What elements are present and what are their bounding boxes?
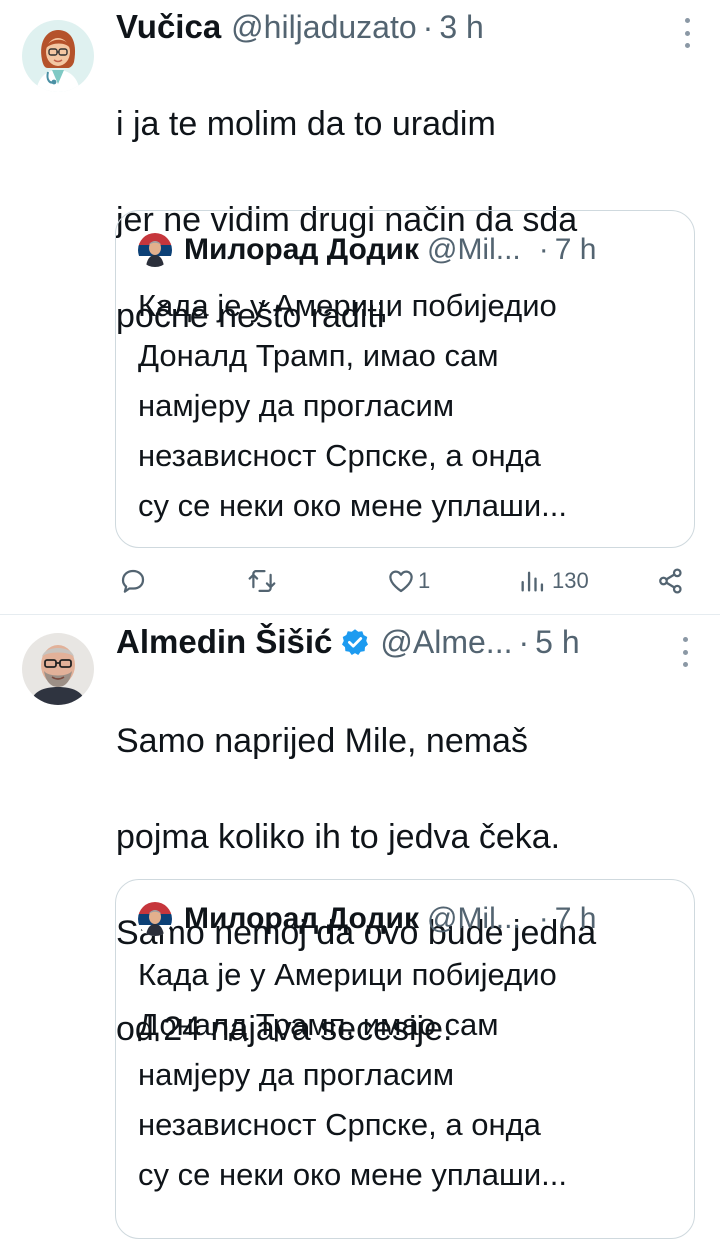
quoted-text-line: независност Српске, а онда xyxy=(138,438,541,473)
tweet-text-line: pojma koliko ih to jedva čeka. xyxy=(116,818,561,856)
tweet-text-line: i ja te molim da to uradim xyxy=(116,105,496,143)
man-with-glasses-avatar-image xyxy=(22,633,94,705)
separator-dot: · xyxy=(538,902,549,935)
views-button[interactable]: 130 xyxy=(518,566,589,596)
tweet-text-line: Samo naprijed Mile, nemaš xyxy=(116,722,528,760)
share-button[interactable] xyxy=(656,566,686,596)
more-icon[interactable] xyxy=(680,18,694,48)
doctor-avatar-image xyxy=(22,20,94,92)
retweet-icon xyxy=(248,570,276,592)
quoted-text-line: намјеру да прогласим xyxy=(138,388,455,423)
quoted-timestamp[interactable]: 7 h xyxy=(555,902,597,936)
quoted-avatar xyxy=(138,902,172,936)
avatar[interactable] xyxy=(22,633,94,705)
quoted-display-name[interactable]: Милорад Додик xyxy=(184,902,419,936)
verified-badge-icon xyxy=(340,627,370,662)
more-icon[interactable] xyxy=(678,637,692,667)
flag-portrait-avatar-image xyxy=(138,233,172,267)
tweet[interactable]: Almedin Šišić @Alme... · 5 h Samo naprij… xyxy=(0,615,720,1239)
separator-dot: · xyxy=(538,233,549,266)
like-count: 1 xyxy=(418,568,431,593)
quoted-text-line: су се неки око мене уплаши... xyxy=(138,488,567,523)
display-name[interactable]: Almedin Šišić xyxy=(116,623,332,661)
avatar[interactable] xyxy=(22,20,94,92)
views-count: 130 xyxy=(552,568,589,593)
quoted-tweet-text: Када је у Америци побиједио Доналд Трамп… xyxy=(138,950,678,1200)
user-handle[interactable]: @Alme... xyxy=(380,624,512,661)
quoted-text-line: Доналд Трамп, имао сам xyxy=(138,338,499,373)
timestamp[interactable]: 3 h xyxy=(439,9,483,46)
heart-icon xyxy=(389,570,413,593)
quoted-user-handle[interactable]: @Mil... xyxy=(427,902,521,936)
flag-portrait-avatar-image xyxy=(138,902,172,936)
tweet[interactable]: Vučica @hiljaduzato · 3 h i ja te molim … xyxy=(0,0,720,615)
quoted-tweet-text: Када је у Америци побиједио Доналд Трамп… xyxy=(138,281,678,531)
quoted-tweet-header: Милорад Додик @Mil... · 7 h xyxy=(138,902,596,936)
quoted-text-line: су се неки око мене уплаши... xyxy=(138,1157,567,1192)
quoted-text-line: Када је у Америци побиједио xyxy=(138,957,557,992)
reply-button[interactable] xyxy=(118,566,154,596)
quoted-timestamp[interactable]: 7 h xyxy=(555,233,597,267)
like-button[interactable]: 1 xyxy=(386,566,430,596)
quoted-tweet-card[interactable]: Милорад Додик @Mil... · 7 h Када је у Ам… xyxy=(115,210,695,548)
quoted-display-name[interactable]: Милорад Додик xyxy=(184,233,419,267)
separator-dot: · xyxy=(422,9,434,45)
display-name[interactable]: Vučica xyxy=(116,8,221,46)
quoted-text-line: намјеру да прогласим xyxy=(138,1057,455,1092)
quoted-avatar xyxy=(138,233,172,267)
quoted-tweet-card[interactable]: Милорад Додик @Mil... · 7 h Када је у Ам… xyxy=(115,879,695,1239)
quoted-text-line: Доналд Трамп, имао сам xyxy=(138,1007,499,1042)
tweet-header: Vučica @hiljaduzato · 3 h xyxy=(116,8,484,46)
quoted-user-handle[interactable]: @Mil... xyxy=(427,233,521,267)
reply-icon xyxy=(121,569,145,593)
tweet-header: Almedin Šišić @Alme... · 5 h xyxy=(116,623,580,661)
quoted-text-line: Када је у Америци побиједио xyxy=(138,288,557,323)
separator-dot: · xyxy=(518,624,530,660)
views-icon xyxy=(521,571,544,592)
quoted-tweet-header: Милорад Додик @Mil... · 7 h xyxy=(138,233,596,267)
quoted-text-line: независност Српске, а онда xyxy=(138,1107,541,1142)
share-icon xyxy=(659,568,682,594)
user-handle[interactable]: @hiljaduzato xyxy=(231,9,416,46)
retweet-button[interactable] xyxy=(246,566,284,596)
timestamp[interactable]: 5 h xyxy=(535,624,579,661)
tweet-actions: 1 130 xyxy=(0,564,720,598)
